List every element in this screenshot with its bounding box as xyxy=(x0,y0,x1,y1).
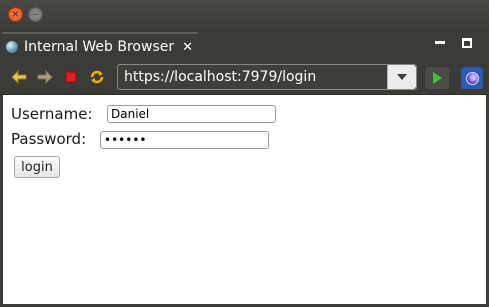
window-minimize-button[interactable]: – xyxy=(28,7,43,22)
web-page-content: Username: Password: login xyxy=(3,95,486,304)
window-close-button[interactable]: × xyxy=(8,7,23,22)
password-label: Password: xyxy=(11,130,87,148)
go-button[interactable] xyxy=(425,67,449,89)
forward-arrow-icon[interactable] xyxy=(36,68,54,86)
view-maximize-icon[interactable] xyxy=(462,38,472,48)
globe-icon xyxy=(6,41,18,53)
eclipse-logo xyxy=(465,71,479,85)
refresh-icon[interactable] xyxy=(88,68,106,86)
eclipse-icon[interactable] xyxy=(461,67,483,89)
tab-internal-web-browser[interactable]: Internal Web Browser ✕ xyxy=(2,32,198,60)
login-button[interactable]: login xyxy=(14,156,60,178)
browser-toolbar xyxy=(0,60,489,95)
username-row: Username: xyxy=(11,105,93,123)
back-arrow-icon[interactable] xyxy=(10,68,28,86)
tab-close-icon[interactable]: ✕ xyxy=(182,40,193,55)
url-bar xyxy=(117,64,417,90)
url-history-dropdown[interactable] xyxy=(387,65,416,89)
username-input[interactable] xyxy=(107,105,276,123)
url-input[interactable] xyxy=(124,65,384,89)
username-label: Username: xyxy=(11,105,93,123)
window-titlebar: × – xyxy=(0,0,489,30)
tab-strip: Internal Web Browser ✕ xyxy=(0,30,489,60)
chevron-down-icon xyxy=(397,74,407,80)
view-minimize-icon[interactable] xyxy=(435,41,445,44)
stop-icon[interactable] xyxy=(62,68,80,86)
tab-title: Internal Web Browser xyxy=(24,39,175,55)
play-icon xyxy=(432,72,442,84)
password-row: Password: xyxy=(11,130,86,148)
password-input[interactable] xyxy=(100,131,269,149)
